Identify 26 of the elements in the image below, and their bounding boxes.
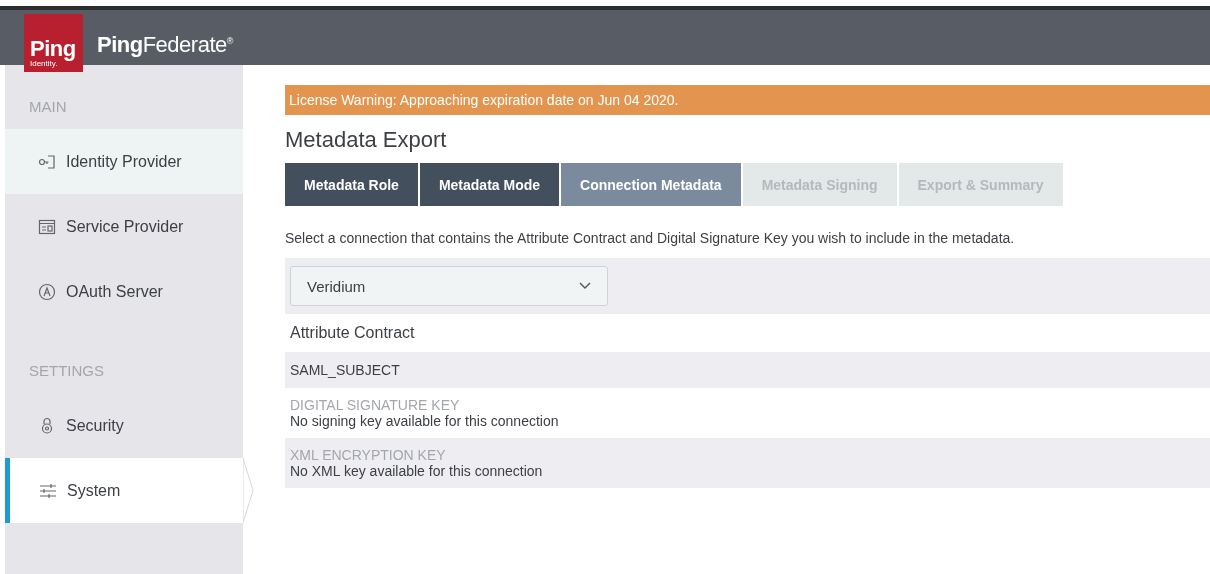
step-tab[interactable]: Metadata Role <box>285 163 418 206</box>
selection-pointer <box>243 458 254 523</box>
attribute-name: SAML_SUBJECT <box>290 362 401 378</box>
key-label: DIGITAL SIGNATURE KEY <box>290 397 461 413</box>
sidebar-item[interactable]: Service Provider <box>5 194 243 259</box>
sidebar-item[interactable]: Security <box>5 393 243 458</box>
circled-a-icon <box>38 282 56 301</box>
ping-identity-logo: Ping Identity. <box>24 14 83 72</box>
license-warning: License Warning: Approaching expiration date on Jun 04 2020. <box>285 85 1210 115</box>
window-icon <box>38 217 56 236</box>
key-value: No XML key available for this connection <box>290 463 544 479</box>
product-name: PingFederate$^{®}$ <box>97 32 233 58</box>
connection-select[interactable]: Veridium <box>290 266 608 306</box>
sidebar-item[interactable]: Identity Provider <box>5 129 243 194</box>
step-tab[interactable]: Metadata Mode <box>419 163 560 206</box>
key-value: No signing key available for this connection <box>290 413 560 429</box>
instruction-text: Select a connection that contains the Attribute Contract and Digital Signature Key you wish to include in the metadata. <box>285 230 1016 246</box>
page-title: Metadata Export <box>285 127 448 153</box>
section-heading: Attribute Contract <box>289 323 416 343</box>
key-label: XML ENCRYPTION KEY <box>290 447 447 463</box>
section-title: SETTINGS <box>28 361 105 381</box>
chevron-down-icon <box>579 282 591 290</box>
key-icon <box>38 152 56 171</box>
section-title: MAIN <box>28 97 68 117</box>
sliders-icon <box>39 481 57 500</box>
sidebar-item[interactable]: OAuth Server <box>5 259 243 324</box>
